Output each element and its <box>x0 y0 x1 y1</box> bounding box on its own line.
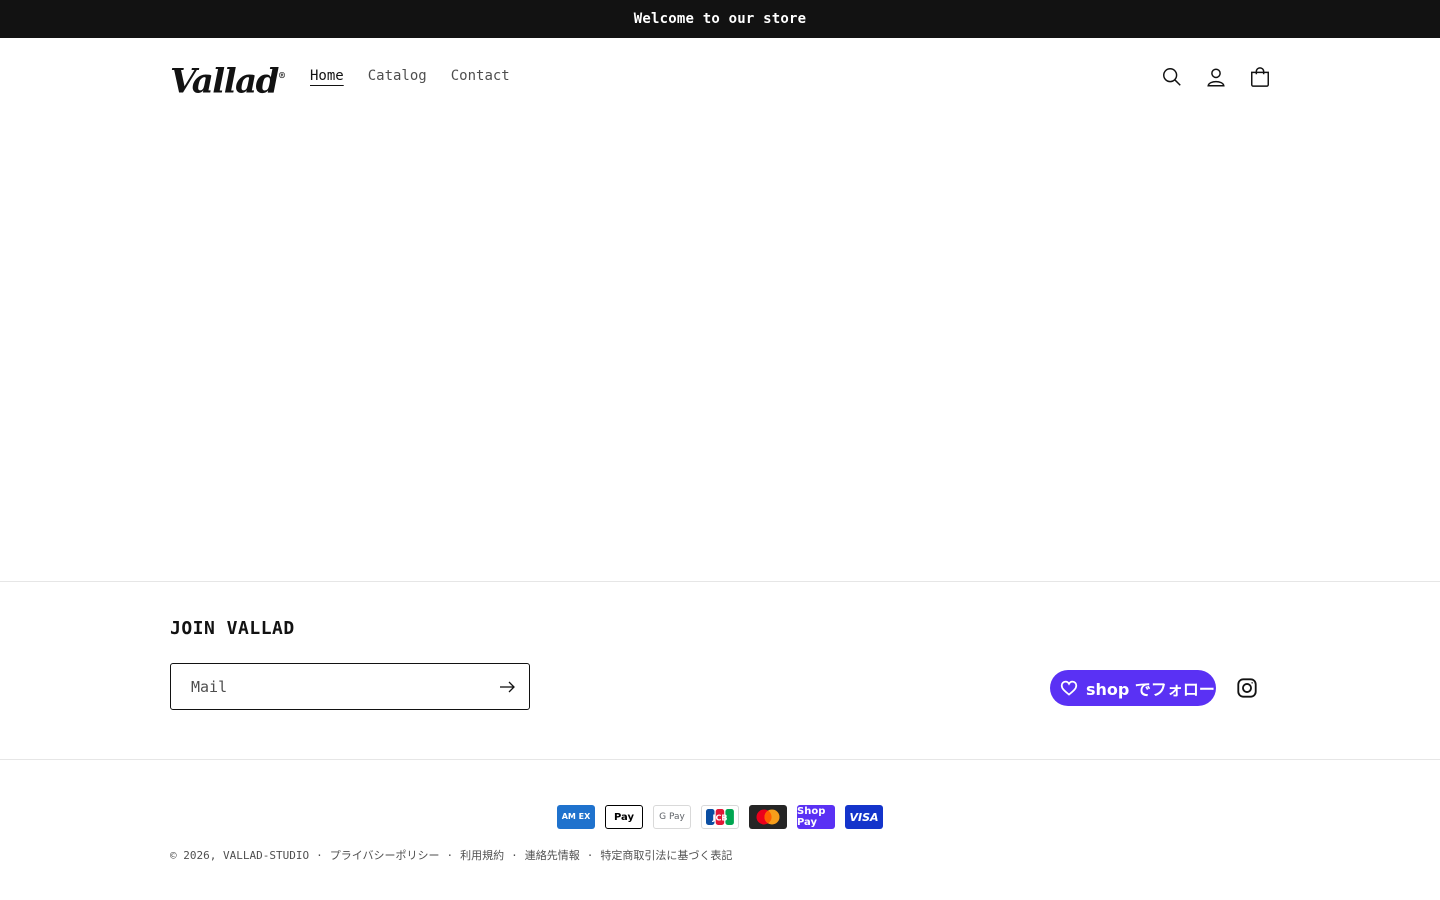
separator: · <box>511 848 518 862</box>
payment-methods: AM EX Pay G Pay JCB Shop Pay VISA <box>557 805 883 829</box>
instagram-icon[interactable] <box>1236 677 1258 699</box>
logo-text: Vallad <box>170 61 279 102</box>
apple-pay-icon: Pay <box>605 805 643 829</box>
privacy-policy-link[interactable]: プライバシーポリシー <box>330 847 440 863</box>
account-button[interactable] <box>1194 55 1238 99</box>
shop-pay-icon: Shop Pay <box>797 805 835 829</box>
nav-item-home[interactable]: Home <box>298 64 356 88</box>
nav-item-catalog[interactable]: Catalog <box>356 64 439 88</box>
terms-link[interactable]: 利用規約 <box>460 847 504 863</box>
jcb-icon: JCB <box>701 805 739 829</box>
mastercard-icon <box>749 805 787 829</box>
newsletter-email-input[interactable] <box>172 665 482 708</box>
footer-divider <box>0 759 1440 760</box>
contact-info-link[interactable]: 連絡先情報 <box>525 847 580 863</box>
logo-registered-mark: ® <box>277 70 286 80</box>
google-pay-icon: G Pay <box>653 805 691 829</box>
account-icon <box>1207 68 1225 87</box>
separator: · <box>446 848 454 862</box>
heart-icon <box>1060 680 1078 696</box>
shop-follow-button[interactable]: shop でフォロー <box>1050 670 1216 706</box>
nav-item-contact[interactable]: Contact <box>439 64 522 88</box>
footer-copyright: © 2026, VALLAD-STUDIO · プライバシーポリシー · 利用規… <box>170 847 732 863</box>
announcement-text: Welcome to our store <box>633 11 807 27</box>
copyright-link[interactable]: © 2026, VALLAD-STUDIO <box>170 849 309 862</box>
search-icon <box>1163 68 1181 86</box>
main-nav: Home Catalog Contact <box>298 64 522 88</box>
separator: · <box>316 848 323 862</box>
site-header: Vallad® Home Catalog Contact <box>0 38 1440 116</box>
newsletter-title: JOIN VALLAD <box>170 618 295 639</box>
newsletter-form <box>170 663 530 710</box>
newsletter-submit-button[interactable] <box>485 664 529 709</box>
separator: · <box>586 848 594 862</box>
amex-icon: AM EX <box>557 805 595 829</box>
announcement-bar: Welcome to our store <box>0 0 1440 38</box>
site-footer: JOIN VALLAD shop でフォロー AM EX Pay G Pay <box>0 581 1440 900</box>
svg-text:JCB: JCB <box>712 814 728 823</box>
arrow-right-icon <box>500 681 515 692</box>
shop-follow-label: shop でフォロー <box>1086 680 1215 699</box>
legal-notice-link[interactable]: 特定商取引法に基づく表記 <box>600 847 732 863</box>
header-icons <box>1150 55 1282 99</box>
cart-icon <box>1251 67 1269 87</box>
visa-icon: VISA <box>845 805 883 829</box>
cart-button[interactable] <box>1238 55 1282 99</box>
search-button[interactable] <box>1150 55 1194 99</box>
site-logo[interactable]: Vallad® <box>170 58 286 100</box>
